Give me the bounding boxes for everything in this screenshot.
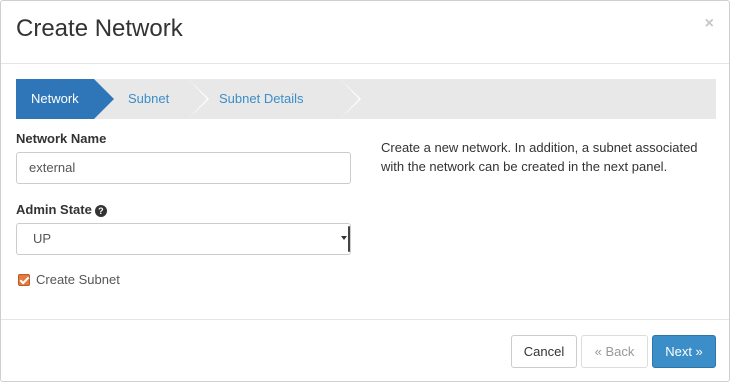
network-name-input[interactable]: external xyxy=(16,152,351,184)
cancel-button[interactable]: Cancel xyxy=(511,335,577,368)
create-network-dialog: Create Network × Subnet Details Subnet N… xyxy=(0,0,730,382)
next-button[interactable]: Next » xyxy=(652,335,716,368)
wizard-track xyxy=(362,79,716,119)
network-name-label: Network Name xyxy=(16,131,107,146)
tab-subnet-details[interactable]: Subnet Details xyxy=(188,79,361,119)
create-subnet-label[interactable]: Create Subnet xyxy=(36,272,120,288)
admin-state-select[interactable]: UP xyxy=(16,223,351,255)
question-circle-icon[interactable]: ? xyxy=(94,205,107,217)
caret-down-icon xyxy=(341,236,347,240)
tab-network-label: Network xyxy=(31,91,79,106)
step-arrow xyxy=(188,79,207,119)
footer-divider xyxy=(1,319,729,320)
admin-state-label: Admin State? xyxy=(16,202,107,217)
help-description: Create a new network. In addition, a sub… xyxy=(381,140,698,174)
back-button[interactable]: « Back xyxy=(581,335,648,368)
step-arrow xyxy=(94,79,114,119)
close-icon[interactable]: × xyxy=(705,16,714,32)
tab-subnet-details-label: Subnet Details xyxy=(219,91,304,106)
dialog-header: Create Network × xyxy=(1,1,729,64)
tab-network[interactable]: Network xyxy=(16,79,114,119)
admin-state-selected-value: UP xyxy=(33,231,52,246)
create-subnet-checkbox[interactable] xyxy=(18,274,30,286)
step-arrow xyxy=(340,79,359,119)
tab-subnet-label: Subnet xyxy=(128,91,170,106)
select-edge xyxy=(348,226,350,252)
admin-state-label-text: Admin State xyxy=(16,202,92,217)
dialog-title: Create Network xyxy=(16,15,183,42)
wizard-steps: Subnet Details Subnet Network xyxy=(16,79,716,119)
